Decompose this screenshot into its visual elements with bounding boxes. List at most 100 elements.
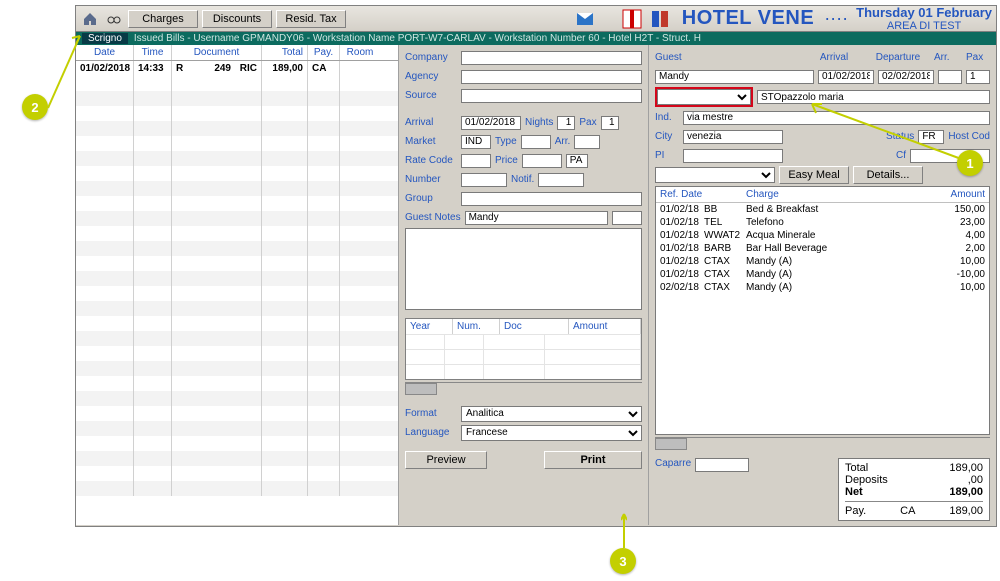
table-row[interactable] [76,226,398,241]
arr-input[interactable] [574,135,600,149]
pi-input[interactable] [683,149,783,163]
caparre-input[interactable] [695,458,749,472]
table-row[interactable] [76,451,398,466]
table-row[interactable] [76,196,398,211]
guest-pax-input[interactable] [966,70,990,84]
charge-row[interactable]: 01/02/18BBBed & Breakfast150,00 [656,203,989,216]
table-row[interactable] [76,361,398,376]
table-row[interactable] [76,136,398,151]
ind-input[interactable] [683,111,990,125]
guest-label: Guest [655,52,798,63]
details-button[interactable]: Details... [853,166,923,184]
arrival-input[interactable] [461,116,521,130]
table-row[interactable] [76,391,398,406]
table-row[interactable] [76,466,398,481]
table-row[interactable] [76,286,398,301]
city-input[interactable] [683,130,783,144]
table-row[interactable] [76,181,398,196]
table-row[interactable] [76,271,398,286]
table-row[interactable] [76,166,398,181]
table-row[interactable] [76,106,398,121]
mini-table-scrollbar[interactable] [405,382,642,395]
guest-input[interactable] [655,70,814,84]
col-date: Date [76,45,134,60]
market-label: Market [405,136,457,147]
language-select[interactable]: Francese [461,425,642,441]
number-label: Number [405,174,457,185]
notif-input[interactable] [538,173,584,187]
charges-table[interactable]: Ref. Date Charge Amount 01/02/18BBBed & … [655,186,990,435]
charges-button[interactable]: Charges [128,10,198,28]
table-row[interactable] [76,211,398,226]
charges-scrollbar[interactable] [655,437,990,450]
second-guest-select[interactable] [657,89,751,105]
col-time: Time [134,45,172,60]
mini-table[interactable]: Year Num. Doc Amount [405,318,642,380]
format-select[interactable]: Analitica [461,406,642,422]
easy-meal-button[interactable]: Easy Meal [779,166,849,184]
charge-row[interactable]: 01/02/18TELTelefono23,00 [656,216,989,229]
glasses-icon[interactable] [104,9,124,29]
nights-input[interactable] [557,116,575,130]
preview-button[interactable]: Preview [405,451,487,469]
charge-row[interactable]: 01/02/18WWAT2Acqua Minerale4,00 [656,229,989,242]
flag-icon[interactable] [620,7,644,31]
arrival-head-label: Arrival [806,52,862,63]
table-row[interactable] [76,91,398,106]
status-input[interactable] [918,130,944,144]
table-row[interactable] [76,76,398,91]
price-input[interactable] [522,154,562,168]
charge-row[interactable]: 02/02/18CTAXMandy (A)10,00 [656,281,989,294]
table-row[interactable]: 01/02/201814:33R249RIC189,00CA [76,61,398,76]
departure-head-label: Departure [870,52,926,63]
table-row[interactable] [76,346,398,361]
print-button[interactable]: Print [544,451,642,469]
charges-col-charge: Charge [746,189,935,200]
table-row[interactable] [76,241,398,256]
table-row[interactable] [76,421,398,436]
type-input[interactable] [521,135,551,149]
guest-arr-input[interactable] [938,70,962,84]
notes-textarea[interactable] [405,228,642,310]
home-icon[interactable] [80,9,100,29]
charge-row[interactable]: 01/02/18BARBBar Hall Beverage2,00 [656,242,989,255]
filter-select[interactable] [655,167,775,183]
number-input[interactable] [461,173,507,187]
price-code-input[interactable] [566,154,588,168]
charge-row[interactable]: 01/02/18CTAXMandy (A)-10,00 [656,268,989,281]
issued-bills-table[interactable]: Date Time Document Total Pay. Room 01/02… [76,45,398,525]
pax-input[interactable] [601,116,619,130]
source-input[interactable] [461,89,642,103]
table-row[interactable] [76,316,398,331]
table-row[interactable] [76,151,398,166]
tool-icon-1[interactable] [573,7,597,31]
table-row[interactable] [76,376,398,391]
arrival-label: Arrival [405,117,457,128]
guest-notes-extra-input[interactable] [612,211,642,225]
rate-code-input[interactable] [461,154,491,168]
agency-input[interactable] [461,70,642,84]
agency-label: Agency [405,71,457,82]
table-row[interactable] [76,121,398,136]
table-row[interactable] [76,256,398,271]
mini-col-num: Num. [453,319,500,334]
guest-notes-input[interactable] [465,211,608,225]
company-input[interactable] [461,51,642,65]
charge-row[interactable]: 01/02/18CTAXMandy (A)10,00 [656,255,989,268]
guest-arrival-input[interactable] [818,70,874,84]
table-row[interactable] [76,331,398,346]
table-row[interactable] [76,406,398,421]
table-row[interactable] [76,481,398,496]
book-icon[interactable] [648,7,672,31]
pi-label: PI [655,150,679,161]
guest-departure-input[interactable] [878,70,934,84]
table-row[interactable] [76,436,398,451]
second-guest-input[interactable] [757,90,990,104]
discounts-button[interactable]: Discounts [202,10,272,28]
table-row[interactable] [76,301,398,316]
resid-tax-button[interactable]: Resid. Tax [276,10,346,28]
market-input[interactable] [461,135,491,149]
format-label: Format [405,408,457,419]
group-input[interactable] [461,192,642,206]
arr-head-label: Arr. [934,52,958,63]
